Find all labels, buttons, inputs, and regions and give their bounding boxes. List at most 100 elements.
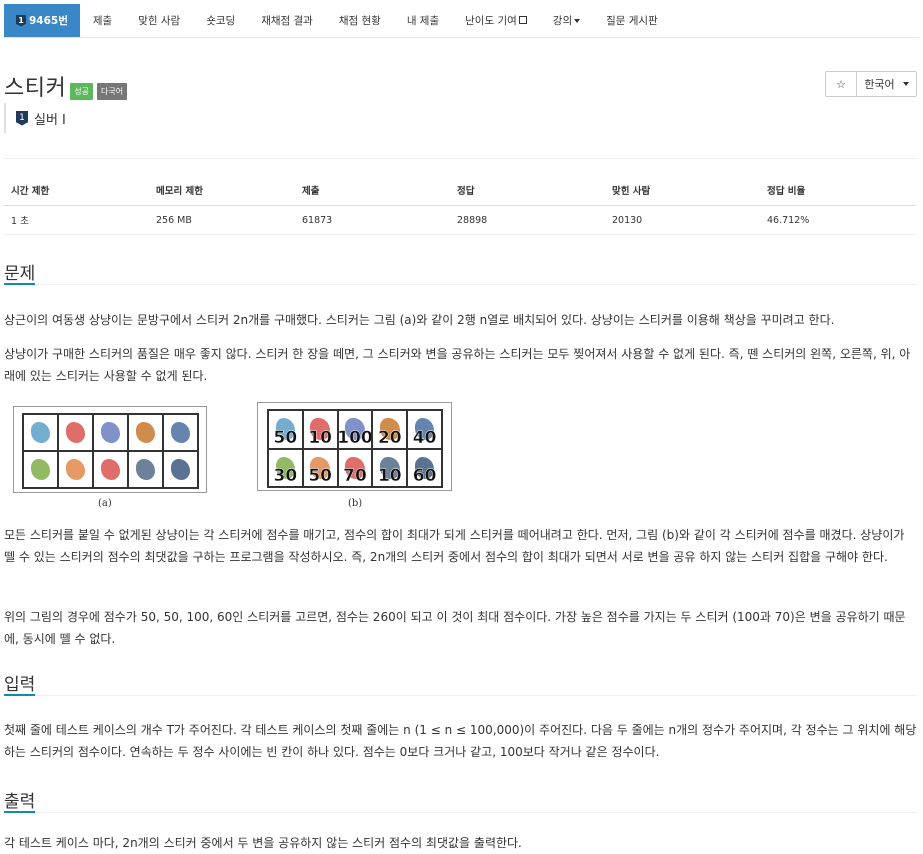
sticker-cell xyxy=(128,451,163,488)
sticker-cell xyxy=(23,414,58,451)
output-section-heading: 출력 xyxy=(4,787,917,813)
sticker-cell: 30 xyxy=(268,448,303,487)
caret-down-icon xyxy=(902,82,909,86)
sticker-cell xyxy=(93,451,128,488)
sticker-score: 60 xyxy=(412,466,437,486)
sticker-score: 30 xyxy=(273,466,298,486)
table-header: 메모리 제한 xyxy=(149,175,295,206)
sticker-grid xyxy=(22,413,199,489)
scored-sticker-grid: 50 10 100 20 40 30 50 70 10 60 xyxy=(267,409,443,488)
nav-rejudge-results[interactable]: 재채점 결과 xyxy=(248,4,326,37)
sticker-score: 70 xyxy=(343,466,367,486)
sticker-cell xyxy=(58,414,93,451)
sticker-figure-b: 50 10 100 20 40 30 50 70 10 60 xyxy=(257,402,452,491)
language-select-label: 한국어 xyxy=(864,78,895,91)
sticker-image xyxy=(100,422,121,443)
sticker-image xyxy=(170,422,191,443)
sticker-cell xyxy=(163,451,198,488)
table-cell: 61873 xyxy=(295,205,450,235)
caret-down-icon xyxy=(574,18,581,23)
section-title: 출력 xyxy=(4,787,36,813)
nav-short-coding-label: 숏코딩 xyxy=(206,15,236,27)
sticker-image xyxy=(65,459,86,480)
favorite-button[interactable]: ☆ xyxy=(825,71,857,97)
nav-lectures-label: 강의 xyxy=(552,15,573,27)
nav-submit[interactable]: 제출 xyxy=(80,4,125,37)
sticker-score: 50 xyxy=(273,427,298,448)
tier-label: 실버 I xyxy=(34,112,66,128)
problem-paragraph: 위의 그림의 경우에 점수가 50, 50, 100, 60인 스티커를 고르면… xyxy=(4,610,906,646)
nav-difficulty-contrib[interactable]: 난이도 기여 xyxy=(452,4,540,37)
tier-icon: 1 xyxy=(16,110,28,126)
problem-paragraph: 상근이의 여동생 상냥이는 문방구에서 스티커 2n개를 구매했다. 스티커는 … xyxy=(4,313,835,327)
table-header-row: 시간 제한 메모리 제한 제출 정답 맞힌 사람 정답 비율 xyxy=(4,175,917,206)
sticker-score: 50 xyxy=(308,466,333,486)
figure-caption-b: (b) xyxy=(348,498,363,509)
problem-nav: 1 9465번 제출 맞힌 사람 숏코딩 재채점 결과 채점 현황 내 제출 난… xyxy=(4,4,919,38)
success-badge: 성공 xyxy=(70,82,93,100)
divider xyxy=(4,158,917,159)
sticker-cell: 50 xyxy=(302,448,338,487)
sticker-cell: 60 xyxy=(407,448,442,487)
table-header: 맞힌 사람 xyxy=(605,175,760,206)
section-title: 입력 xyxy=(4,670,36,696)
language-select[interactable]: 한국어 xyxy=(857,71,917,97)
nav-my-submissions-label: 내 제출 xyxy=(406,15,440,27)
table-cell: 46.712% xyxy=(760,205,917,235)
table-header: 정답 비율 xyxy=(760,175,917,206)
nav-rejudge-results-label: 재채점 결과 xyxy=(261,15,313,27)
problem-paragraph: 모든 스티커를 붙일 수 없게된 상냥이는 각 스티커에 점수를 매기고, 점수… xyxy=(4,528,905,564)
sticker-cell xyxy=(23,451,58,488)
table-header: 제출 xyxy=(295,175,450,206)
problem-tools: ☆ 한국어 xyxy=(825,71,917,97)
sticker-cell xyxy=(128,414,163,451)
nav-problem-number[interactable]: 1 9465번 xyxy=(4,4,80,37)
nav-qna-board[interactable]: 질문 게시판 xyxy=(593,4,671,37)
problem-section-heading: 문제 xyxy=(4,259,917,285)
table-cell: 20130 xyxy=(605,205,760,235)
problem-title-row: 스티커 성공 다국어 xyxy=(4,70,128,102)
sticker-cell: 70 xyxy=(337,448,373,487)
table-cell: 256 MB xyxy=(149,205,295,235)
sticker-cell: 50 xyxy=(268,410,303,449)
figure-caption-a: (a) xyxy=(98,498,112,509)
sticker-image xyxy=(135,459,156,480)
problem-info-table: 시간 제한 메모리 제한 제출 정답 맞힌 사람 정답 비율 1 초 256 M… xyxy=(4,175,917,235)
sticker-score: 10 xyxy=(308,427,333,448)
nav-lectures-dropdown[interactable]: 강의 xyxy=(540,4,593,37)
nav-submit-label: 제출 xyxy=(92,15,113,27)
sticker-image xyxy=(30,422,51,443)
sticker-cell: 40 xyxy=(407,410,442,449)
sticker-cell xyxy=(93,414,128,451)
section-title: 문제 xyxy=(4,259,36,285)
input-paragraph: 첫째 줄에 테스트 케이스의 개수 T가 주어진다. 각 테스트 케이스의 첫째… xyxy=(4,723,917,759)
sticker-image xyxy=(135,422,156,443)
table-cell: 28898 xyxy=(450,205,605,235)
sticker-image xyxy=(65,422,86,443)
sticker-cell: 100 xyxy=(337,410,373,449)
problem-tier: 1 실버 I xyxy=(4,103,66,133)
sticker-score: 10 xyxy=(377,466,402,486)
sticker-cell: 10 xyxy=(372,448,408,487)
table-header: 시간 제한 xyxy=(4,175,149,206)
nav-difficulty-contrib-label: 난이도 기여 xyxy=(465,15,517,27)
sticker-image xyxy=(170,459,191,480)
nav-solved-users-label: 맞힌 사람 xyxy=(138,15,181,27)
sticker-cell xyxy=(163,414,198,451)
problem-paragraph: 상냥이가 구매한 스티커의 품질은 매우 좋지 않다. 스티커 한 장을 떼면,… xyxy=(4,347,911,383)
sticker-cell xyxy=(58,451,93,488)
nav-my-submissions[interactable]: 내 제출 xyxy=(394,4,452,37)
table-row: 1 초 256 MB 61873 28898 20130 46.712% xyxy=(4,205,917,235)
output-paragraph: 각 테스트 케이스 마다, 2n개의 스티커 중에서 두 변을 공유하지 않는 … xyxy=(4,836,522,850)
input-section-heading: 입력 xyxy=(4,670,917,696)
table-cell: 1 초 xyxy=(4,205,149,235)
nav-problem-number-label: 9465번 xyxy=(29,15,68,27)
page-title: 스티커 xyxy=(4,76,67,101)
sticker-score: 20 xyxy=(377,427,402,448)
nav-judge-status[interactable]: 채점 현황 xyxy=(326,4,394,37)
nav-solved-users[interactable]: 맞힌 사람 xyxy=(125,4,193,37)
sticker-score: 100 xyxy=(337,427,373,448)
external-link-icon xyxy=(518,15,527,24)
sticker-score: 40 xyxy=(412,427,437,448)
nav-short-coding[interactable]: 숏코딩 xyxy=(193,4,248,37)
